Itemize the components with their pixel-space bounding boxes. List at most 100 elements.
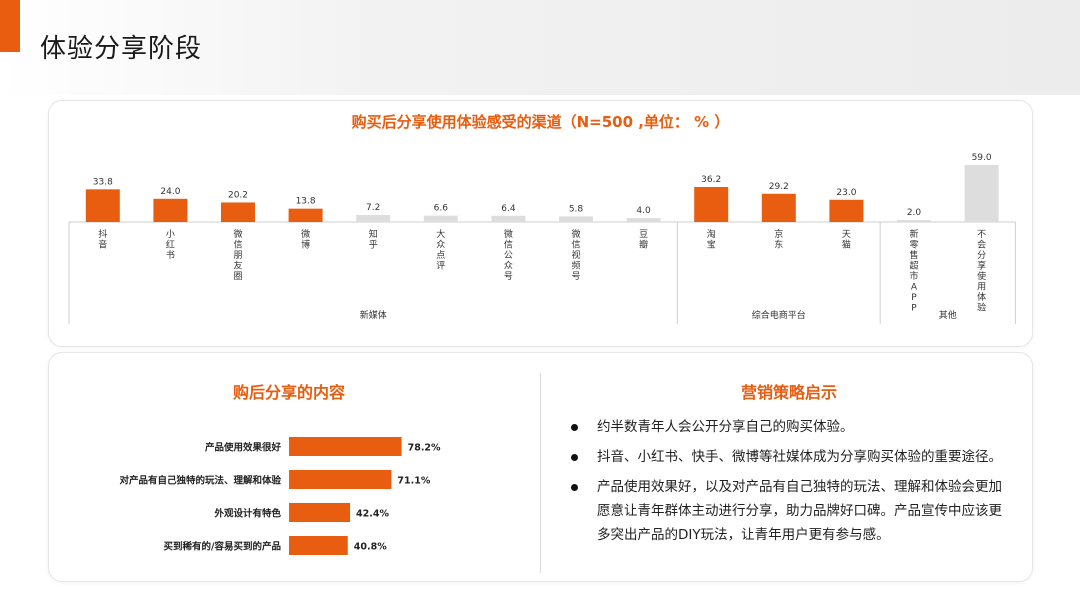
bar-value-label: 33.8 — [93, 177, 113, 187]
category-label: 音 — [98, 239, 107, 251]
category-label: 会 — [977, 239, 986, 251]
content-bar-0 — [289, 437, 402, 456]
category-label: 微 — [233, 228, 242, 240]
category-label: 知 — [369, 228, 378, 240]
group-label: 其他 — [939, 309, 957, 321]
bullet-icon — [571, 454, 578, 461]
category-label: 众 — [436, 240, 445, 251]
category-label: 信 — [504, 239, 513, 251]
content-bar-chart: 产品使用效果很好 78.2% 对产品有自己独特的玩法、理解和体验 71.1% 外观设计有… — [119, 437, 441, 555]
strategy-item-text: 产品使用效果好，以及对产品有自己独特的玩法、理解和体验会更加愿意让青年群体主动进… — [597, 479, 1002, 543]
bar-13 — [964, 164, 999, 222]
bar-value-label: 5.8 — [569, 204, 584, 214]
page-title: 体验分享阶段 — [40, 34, 203, 64]
content-category-label: 外观设计有特色 — [213, 508, 281, 520]
category-label: 享 — [977, 260, 986, 272]
category-label: 小 — [166, 229, 175, 240]
bar-9 — [694, 187, 729, 222]
category-label: 博 — [301, 239, 310, 251]
bar-6 — [491, 215, 526, 222]
category-label: 信 — [233, 239, 242, 251]
strategy-item-text: 约半数青年人会公开分享自己的购买体验。 — [597, 419, 854, 435]
category-label: 用 — [977, 282, 986, 293]
bar-11 — [829, 199, 864, 222]
bar-value-label: 7.2 — [366, 203, 380, 213]
group-label: 综合电商平台 — [752, 309, 806, 321]
category-label: 豆 — [639, 229, 648, 240]
bar-value-label: 6.6 — [434, 204, 449, 214]
category-label: 猫 — [842, 239, 851, 251]
category-label: 售 — [909, 249, 918, 261]
category-label: 书 — [166, 250, 175, 261]
content-value-label: 71.1% — [397, 476, 430, 487]
bar-value-label: 4.0 — [636, 206, 651, 216]
category-label: 点 — [436, 250, 445, 261]
bar-value-label: 36.2 — [701, 175, 721, 185]
bar-2 — [221, 202, 255, 222]
category-label: 京 — [774, 228, 783, 240]
bar-8 — [626, 218, 661, 222]
accent-bar — [0, 0, 20, 52]
strategy-item-text: 抖音、小红书、快手、微博等社媒体成为分享购买体验的重要途径。 — [597, 449, 1002, 465]
category-label: 宝 — [707, 239, 716, 251]
category-label: 微 — [301, 228, 310, 240]
content-bar-3 — [289, 536, 348, 555]
bar-value-label: 59.0 — [972, 153, 992, 163]
category-label: P — [911, 293, 917, 303]
category-label: P — [911, 304, 917, 314]
strategy-title: 营销策略启示 — [740, 383, 837, 402]
content-value-label: 78.2% — [408, 443, 441, 454]
category-label: 微 — [571, 228, 580, 240]
category-label: 信 — [571, 239, 580, 251]
strategy-list: 约半数青年人会公开分享自己的购买体验。 抖音、小红书、快手、微博等社媒体成为分享… — [569, 415, 1009, 553]
category-label: 分 — [977, 250, 986, 261]
bar-value-label: 29.2 — [769, 182, 789, 192]
content-strategy-card: 购后分享的内容 产品使用效果很好 78.2% 对产品有自己独特的玩法、理解和体验 71… — [48, 352, 1033, 582]
bar-12 — [897, 220, 931, 222]
category-label: 红 — [166, 239, 175, 251]
bar-value-label: 24.0 — [160, 187, 180, 197]
category-label: 微 — [504, 228, 513, 240]
category-label: 验 — [977, 302, 986, 314]
content-category-label: 买到稀有的/容易买到的产品 — [164, 541, 281, 553]
category-label: 朋 — [233, 250, 242, 261]
channel-chart-card: 购买后分享使用体验感受的渠道（N=500 ,单位： % ） 33.8 抖音 24.0… — [48, 100, 1033, 347]
content-category-label: 产品使用效果很好 — [205, 442, 282, 454]
bar-1 — [153, 198, 188, 222]
bar-value-label: 20.2 — [228, 190, 248, 200]
category-label: 使 — [977, 270, 986, 282]
bar-3 — [288, 208, 323, 222]
category-label: 瓣 — [639, 240, 648, 251]
bar-7 — [559, 216, 593, 222]
bar-4 — [356, 215, 391, 222]
category-label: A — [911, 283, 918, 293]
bullet-icon — [571, 424, 578, 431]
bar-5 — [423, 215, 458, 222]
category-label: 市 — [909, 270, 918, 282]
content-value-label: 40.8% — [354, 542, 387, 553]
category-label: 公 — [504, 250, 513, 261]
category-label: 评 — [436, 261, 445, 272]
category-label: 东 — [774, 239, 783, 251]
header-banner: 体验分享阶段 — [0, 0, 1080, 95]
strategy-item: 抖音、小红书、快手、微博等社媒体成为分享购买体验的重要途径。 — [569, 445, 1009, 469]
group-label: 新媒体 — [360, 309, 387, 321]
content-bar-2 — [289, 503, 351, 522]
category-label: 友 — [233, 260, 242, 272]
strategy-item: 产品使用效果好，以及对产品有自己独特的玩法、理解和体验会更加愿意让青年群体主动进… — [569, 475, 1009, 547]
bar-value-label: 13.8 — [296, 197, 316, 207]
channel-bar-chart: 33.8抖音24.0小红书20.2微信朋友圈13.8微博7.2知乎6.6大众点评… — [68, 153, 1016, 324]
category-label: 体 — [977, 291, 986, 303]
category-label: 淘 — [707, 228, 716, 240]
content-bar-1 — [289, 470, 392, 489]
section-divider — [540, 373, 541, 573]
category-label: 不 — [977, 229, 986, 240]
category-label: 频 — [571, 260, 580, 272]
category-label: 零 — [909, 240, 918, 251]
category-label: 大 — [436, 228, 445, 240]
content-category-label: 对产品有自己独特的玩法、理解和体验 — [119, 475, 281, 487]
category-label: 抖 — [98, 228, 107, 240]
category-label: 圈 — [233, 271, 242, 282]
content-value-label: 42.4% — [356, 509, 389, 520]
bullet-icon — [571, 484, 578, 491]
